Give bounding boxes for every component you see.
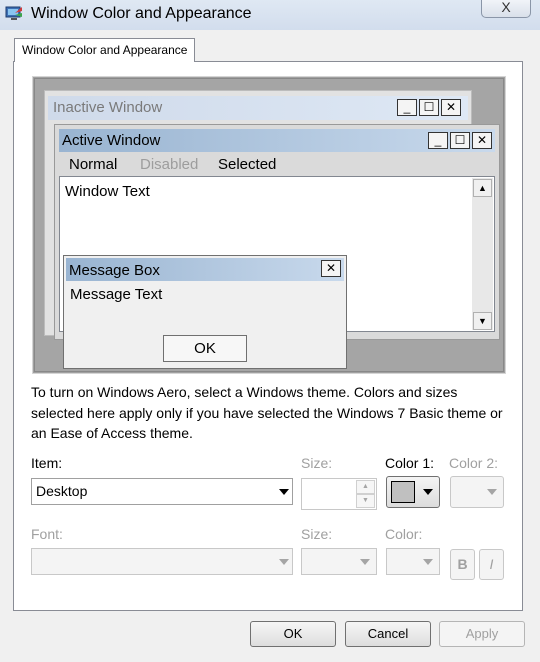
font-size-chevron-down-icon (360, 559, 370, 565)
inactive-close-icon: ✕ (441, 99, 461, 116)
cancel-button[interactable]: Cancel (345, 621, 431, 647)
bold-button[interactable]: B (450, 549, 475, 580)
spin-down-icon[interactable]: ▼ (356, 494, 375, 508)
aero-description: To turn on Windows Aero, select a Window… (31, 384, 503, 441)
color1-swatch (391, 481, 415, 503)
active-window-title[interactable]: Active Window (62, 132, 160, 149)
font-label: Font: (31, 526, 63, 542)
font-chevron-down-icon (279, 559, 289, 565)
message-text[interactable]: Message Text (70, 286, 162, 303)
chevron-down-icon (279, 489, 289, 495)
menu-item-normal[interactable]: Normal (69, 156, 117, 173)
item-label: Item: (31, 455, 63, 471)
spin-up-icon[interactable]: ▲ (356, 480, 375, 494)
inactive-maximize-icon: ☐ (419, 99, 439, 116)
window-text-label[interactable]: Window Text (65, 183, 150, 200)
inactive-window-title[interactable]: Inactive Window (53, 99, 162, 116)
item-select[interactable]: Desktop (31, 478, 293, 505)
window-close-button[interactable]: X (481, 0, 531, 18)
display-settings-icon (5, 6, 22, 20)
italic-button[interactable]: I (479, 549, 504, 580)
message-box-ok-button[interactable]: OK (163, 335, 247, 362)
message-box-close-icon: ✕ (321, 260, 341, 277)
font-size-select[interactable] (301, 548, 377, 575)
item-size-label: Size: (301, 455, 333, 471)
tab-window-color-appearance[interactable]: Window Color and Appearance (14, 38, 196, 62)
item-size-spinner[interactable]: ▲ ▼ (356, 480, 375, 508)
inactive-minimize-icon: _ (397, 99, 417, 116)
window-title: Window Color and Appearance (31, 5, 252, 22)
active-close-icon: ✕ (472, 132, 492, 149)
font-size-label: Size: (301, 526, 333, 542)
item-select-value: Desktop (36, 483, 88, 499)
ok-button[interactable]: OK (250, 621, 336, 647)
active-minimize-icon: _ (428, 132, 448, 149)
active-maximize-icon: ☐ (450, 132, 470, 149)
scroll-up-icon[interactable]: ▲ (473, 179, 492, 197)
color2-label: Color 2: (449, 455, 499, 471)
apply-button[interactable]: Apply (439, 621, 525, 647)
color1-chevron-down-icon (423, 489, 433, 495)
menu-item-selected[interactable]: Selected (218, 156, 276, 173)
color1-label: Color 1: (385, 455, 435, 471)
menu-item-disabled[interactable]: Disabled (140, 156, 198, 173)
font-color-chevron-down-icon (423, 559, 433, 565)
font-select[interactable] (31, 548, 293, 575)
message-box-title[interactable]: Message Box (69, 262, 160, 279)
font-color-select[interactable] (386, 548, 440, 575)
font-color-label: Color: (385, 526, 423, 542)
scrollbar[interactable] (472, 178, 493, 330)
color2-chevron-down-icon (487, 489, 497, 495)
scroll-down-icon[interactable]: ▼ (473, 312, 492, 330)
